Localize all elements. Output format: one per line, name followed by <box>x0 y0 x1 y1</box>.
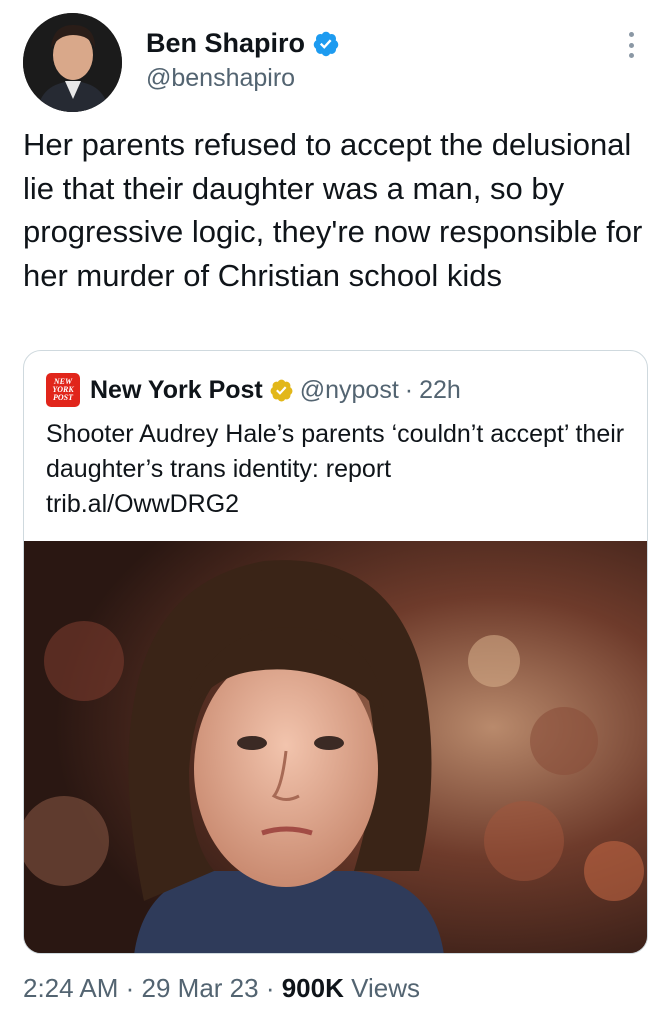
tweet-date[interactable]: 29 Mar 23 <box>142 973 259 1003</box>
quoted-separator: · <box>404 375 414 404</box>
gold-verified-badge-icon <box>270 379 293 401</box>
verified-badge-icon <box>313 31 339 56</box>
tweet-time[interactable]: 2:24 AM <box>23 973 118 1003</box>
more-options-icon[interactable] <box>620 30 642 60</box>
tweet-meta: 2:24 AM · 29 Mar 23 · 900K Views <box>23 973 420 1004</box>
author-name-label: Ben Shapiro <box>146 28 306 58</box>
views-count: 900K <box>281 973 344 1003</box>
quoted-tweet-text: Shooter Audrey Hale’s parents ‘couldn’t … <box>46 420 625 483</box>
portrait-photo-icon <box>24 541 647 953</box>
views-label: Views <box>343 973 420 1003</box>
quoted-tweet-card[interactable]: NEW YORK POST New York Post @nypost · 22… <box>23 350 648 954</box>
author-name[interactable]: Ben Shapiro <box>146 28 340 59</box>
quoted-tweet-link[interactable]: trib.al/OwwDRG2 <box>46 487 239 522</box>
logo-line-3: POST <box>53 393 73 402</box>
quoted-tweet-header: NEW YORK POST New York Post @nypost · 22… <box>46 373 461 407</box>
quoted-tweet-photo[interactable] <box>24 541 647 953</box>
quoted-author-name: New York Post <box>90 375 263 404</box>
nypost-logo-icon: NEW YORK POST <box>46 373 80 407</box>
person-avatar-icon <box>23 13 122 112</box>
tweet-text: Her parents refused to accept the delusi… <box>23 127 643 293</box>
avatar[interactable] <box>23 13 122 112</box>
author-handle[interactable]: @benshapiro <box>146 64 295 93</box>
meta-separator-2: · <box>258 973 282 1003</box>
quoted-author-handle: @nypost <box>299 375 399 404</box>
meta-separator-1: · <box>118 973 142 1003</box>
quoted-timestamp: 22h <box>419 375 461 404</box>
